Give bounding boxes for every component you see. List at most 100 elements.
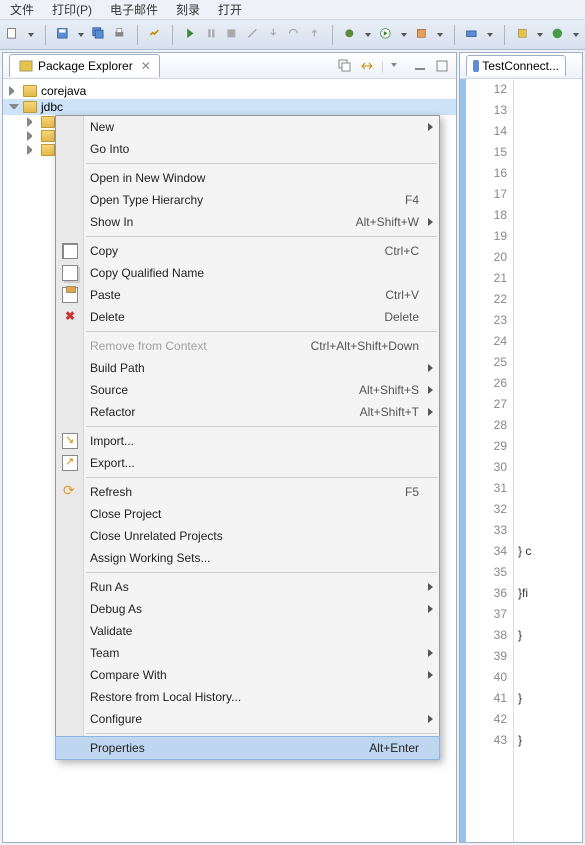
debug-pause-icon[interactable] [205, 27, 218, 43]
menu-item-export[interactable]: Export... [56, 452, 439, 474]
new-class-icon[interactable] [551, 27, 564, 43]
run-last-icon[interactable] [415, 27, 428, 43]
top-menu-bar: 文件 打印(P) 电子邮件 刻录 打开 [0, 0, 585, 20]
menu-item-restore-from-local-history[interactable]: Restore from Local History... [56, 686, 439, 708]
project-folder-icon [41, 116, 55, 128]
chevron-right-icon[interactable] [27, 131, 37, 141]
chevron-right-icon[interactable] [9, 86, 19, 96]
debug-stop-icon[interactable] [225, 27, 238, 43]
menu-item-label: Source [90, 383, 128, 397]
code-line [518, 520, 582, 541]
menu-item-configure[interactable]: Configure [56, 708, 439, 730]
save-icon[interactable] [56, 27, 69, 43]
menu-separator [86, 572, 437, 573]
save-all-icon[interactable] [92, 27, 105, 43]
chevron-right-icon[interactable] [27, 117, 37, 127]
line-number: 12 [466, 79, 507, 100]
code-line [518, 604, 582, 625]
menu-item-label: Show In [90, 215, 133, 229]
menu-item-close-unrelated-projects[interactable]: Close Unrelated Projects [56, 525, 439, 547]
link-editor-icon[interactable] [359, 58, 375, 74]
context-menu: New Go Into Open in New WindowOpen Type Hi… [55, 115, 440, 760]
code-area[interactable]: } c}fi}}} [514, 79, 582, 842]
code-line [518, 499, 582, 520]
step-into-icon[interactable] [267, 27, 280, 43]
view-menu-icon[interactable] [390, 58, 406, 74]
menu-item-paste[interactable]: PasteCtrl+V [56, 284, 439, 306]
debug-disconnect-icon[interactable] [246, 27, 259, 43]
collapse-all-icon[interactable] [337, 58, 353, 74]
submenu-arrow-icon [428, 649, 433, 657]
chevron-down-icon[interactable] [9, 104, 19, 114]
menu-item-copy[interactable]: CopyCtrl+C [56, 240, 439, 262]
print-icon[interactable] [113, 27, 126, 43]
package-explorer-tab[interactable]: Package Explorer ✕ [9, 54, 160, 77]
menu-item-label: Assign Working Sets... [90, 551, 211, 565]
step-over-icon[interactable] [287, 27, 300, 43]
close-icon[interactable]: ✕ [141, 59, 151, 73]
debug-icon[interactable] [343, 27, 356, 43]
menu-item-label: Go Into [90, 142, 129, 156]
submenu-arrow-icon [428, 408, 433, 416]
submenu-arrow-icon [428, 218, 433, 226]
menu-shortcut: Ctrl+Alt+Shift+Down [311, 339, 419, 353]
line-number: 14 [466, 121, 507, 142]
code-line: } c [518, 541, 582, 562]
code-line [518, 331, 582, 352]
run-icon[interactable] [379, 27, 392, 43]
menu-item-import[interactable]: Import... [56, 430, 439, 452]
menu-file[interactable]: 文件 [10, 1, 34, 18]
submenu-arrow-icon [428, 715, 433, 723]
line-number: 35 [466, 562, 507, 583]
tree-item[interactable]: corejava [3, 83, 456, 99]
menu-item-source[interactable]: SourceAlt+Shift+S [56, 379, 439, 401]
menu-item-open-type-hierarchy[interactable]: Open Type HierarchyF4 [56, 189, 439, 211]
menu-item-new[interactable]: New [56, 116, 439, 138]
menu-item-properties[interactable]: PropertiesAlt+Enter [56, 737, 439, 759]
maximize-icon[interactable] [434, 58, 450, 74]
menu-item-debug-as[interactable]: Debug As [56, 598, 439, 620]
minimize-icon[interactable] [412, 58, 428, 74]
code-line [518, 205, 582, 226]
code-line [518, 268, 582, 289]
menu-item-open-in-new-window[interactable]: Open in New Window [56, 167, 439, 189]
menu-item-compare-with[interactable]: Compare With [56, 664, 439, 686]
menu-shortcut: F5 [405, 485, 419, 499]
menu-item-show-in[interactable]: Show InAlt+Shift+W [56, 211, 439, 233]
build-icon[interactable] [148, 27, 161, 43]
menu-item-delete[interactable]: ✖DeleteDelete [56, 306, 439, 328]
step-return-icon[interactable] [308, 27, 321, 43]
editor-tab[interactable]: TestConnect... [466, 55, 566, 76]
menu-item-build-path[interactable]: Build Path [56, 357, 439, 379]
tree-item[interactable]: jdbc [3, 99, 456, 115]
code-line [518, 478, 582, 499]
menu-print[interactable]: 打印(P) [52, 1, 92, 18]
menu-burn[interactable]: 刻录 [176, 1, 200, 18]
new-server-icon[interactable] [465, 27, 478, 43]
new-package-icon[interactable] [516, 27, 529, 43]
menu-item-refactor[interactable]: RefactorAlt+Shift+T [56, 401, 439, 423]
menu-item-refresh[interactable]: RefreshF5 [56, 481, 439, 503]
menu-open[interactable]: 打开 [218, 1, 242, 18]
menu-separator [86, 477, 437, 478]
line-number: 15 [466, 142, 507, 163]
menu-shortcut: F4 [405, 193, 419, 207]
menu-item-copy-qualified-name[interactable]: Copy Qualified Name [56, 262, 439, 284]
menu-item-go-into[interactable]: Go Into [56, 138, 439, 160]
new-icon[interactable] [6, 27, 19, 43]
menu-item-assign-working-sets[interactable]: Assign Working Sets... [56, 547, 439, 569]
debug-resume-icon[interactable] [184, 27, 197, 43]
package-explorer-icon [18, 58, 34, 74]
code-line [518, 436, 582, 457]
menu-email[interactable]: 电子邮件 [110, 1, 158, 18]
menu-item-label: Refactor [90, 405, 135, 419]
code-line [518, 646, 582, 667]
menu-item-validate[interactable]: Validate [56, 620, 439, 642]
menu-item-team[interactable]: Team [56, 642, 439, 664]
menu-item-close-project[interactable]: Close Project [56, 503, 439, 525]
paste-icon [62, 287, 78, 303]
code-line [518, 310, 582, 331]
chevron-right-icon[interactable] [27, 145, 37, 155]
code-line [518, 457, 582, 478]
menu-item-run-as[interactable]: Run As [56, 576, 439, 598]
